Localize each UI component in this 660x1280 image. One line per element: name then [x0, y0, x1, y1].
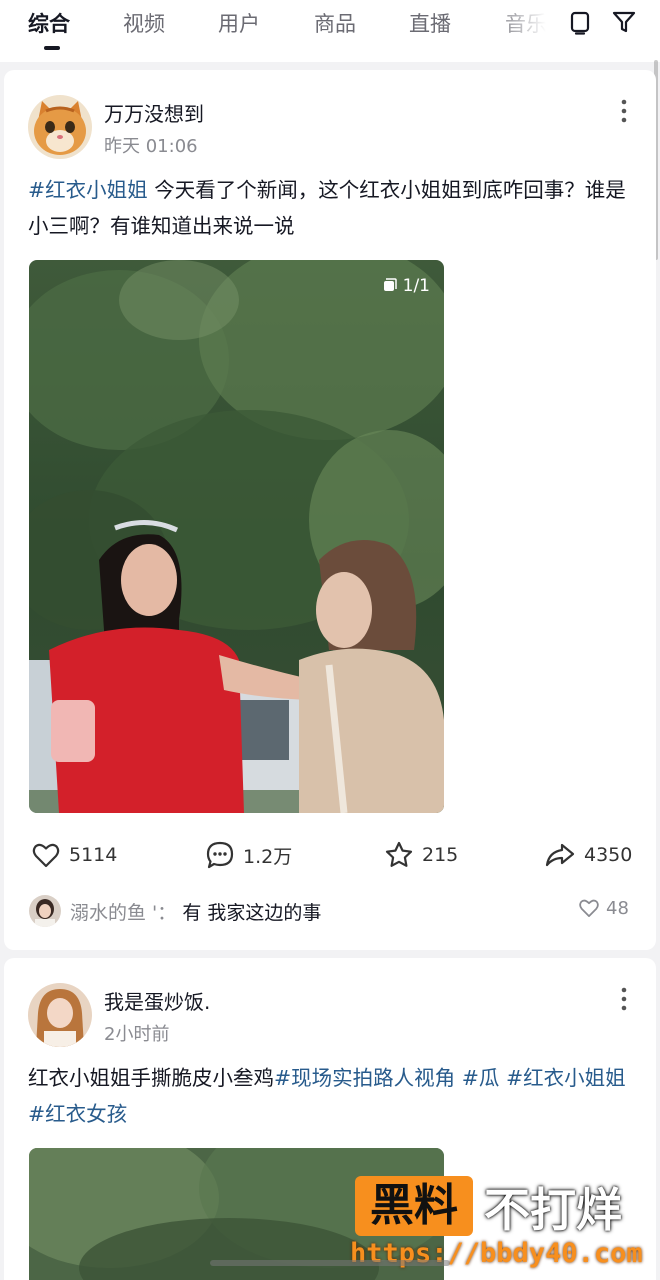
top-comment[interactable]: 溺水的鱼 '： 有 我家这边的事 48 [4, 893, 656, 933]
home-indicator[interactable] [210, 1260, 450, 1266]
like-count: 5114 [69, 844, 118, 866]
media-counter-text: 1/1 [402, 276, 430, 296]
watermark-box-text: 黑料 [355, 1176, 473, 1236]
photo-street-scene [29, 260, 444, 813]
hashtag-link[interactable]: #瓜 [462, 1066, 500, 1090]
tablet-icon[interactable] [566, 8, 594, 36]
more-options-icon[interactable] [614, 984, 634, 1014]
tab-video[interactable]: 视频 [123, 8, 165, 38]
comment-body: 有 我家这边的事 [182, 902, 322, 924]
comment-like-count: 48 [606, 897, 629, 919]
top-tab-bar: 综合 视频 用户 商品 直播 音乐 [0, 0, 660, 62]
watermark-rest-text: 不打烊 [484, 1183, 622, 1237]
tab-products[interactable]: 商品 [314, 8, 356, 38]
comment-icon [206, 841, 234, 869]
username[interactable]: 万万没想到 [104, 98, 204, 127]
cat-avatar-image [28, 95, 92, 159]
heart-icon [579, 899, 599, 917]
comment-count: 1.2万 [243, 845, 293, 868]
tab-users[interactable]: 用户 [218, 8, 260, 38]
share-icon [545, 843, 575, 867]
comment-text: 溺水的鱼 '： 有 我家这边的事 [70, 898, 321, 925]
heart-icon [32, 843, 60, 868]
more-options-icon[interactable] [614, 96, 634, 126]
gallery-icon [383, 278, 397, 291]
star-icon [385, 841, 413, 867]
hashtag-link[interactable]: #现场实拍路人视角 [274, 1066, 455, 1090]
favorite-button[interactable]: 215 [384, 840, 458, 870]
hashtag-link[interactable]: #红衣女孩 [28, 1102, 127, 1126]
active-tab-indicator [44, 46, 60, 50]
post-text[interactable]: #红衣小姐姐 今天看了个新闻，这个红衣小姐姐到底咋回事？谁是小三啊？有谁知道出来… [28, 172, 628, 244]
share-button[interactable]: 4350 [544, 840, 632, 870]
tab-comprehensive[interactable]: 综合 [28, 8, 70, 38]
post-actions: 5114 1.2万 215 4350 [4, 840, 656, 880]
hashtag-link[interactable]: #红衣小姐姐 [28, 178, 148, 202]
avatar[interactable] [28, 983, 92, 1047]
like-button[interactable]: 5114 [31, 840, 117, 870]
user-avatar-image [28, 983, 92, 1047]
filter-icon[interactable] [610, 8, 638, 36]
commenter-avatar-image [29, 895, 61, 927]
hashtag-link[interactable]: #红衣小姐姐 [506, 1066, 626, 1090]
post-text[interactable]: 红衣小姐姐手撕脆皮小叁鸡#现场实拍路人视角 #瓜 #红衣小姐姐 #红衣女孩 [28, 1060, 628, 1132]
tab-fade-overlay [490, 0, 560, 62]
comment-username[interactable]: 溺水的鱼 '： [70, 902, 176, 924]
favorite-count: 215 [422, 844, 459, 866]
comment-button[interactable]: 1.2万 [205, 840, 292, 870]
media-counter: 1/1 [381, 276, 430, 296]
username[interactable]: 我是蛋炒饭. [104, 986, 210, 1015]
post-body-text: 红衣小姐姐手撕脆皮小叁鸡 [28, 1066, 274, 1090]
comment-like-button[interactable]: 48 [578, 897, 629, 919]
commenter-avatar[interactable] [29, 895, 61, 927]
tab-live[interactable]: 直播 [409, 8, 451, 38]
post-photo[interactable]: 1/1 [29, 260, 444, 813]
share-count: 4350 [584, 844, 633, 866]
timestamp: 昨天 01:06 [104, 136, 198, 157]
timestamp: 2小时前 [104, 1024, 170, 1045]
post-card[interactable]: 万万没想到 昨天 01:06 #红衣小姐姐 今天看了个新闻，这个红衣小姐姐到底咋… [4, 70, 656, 950]
avatar[interactable] [28, 95, 92, 159]
